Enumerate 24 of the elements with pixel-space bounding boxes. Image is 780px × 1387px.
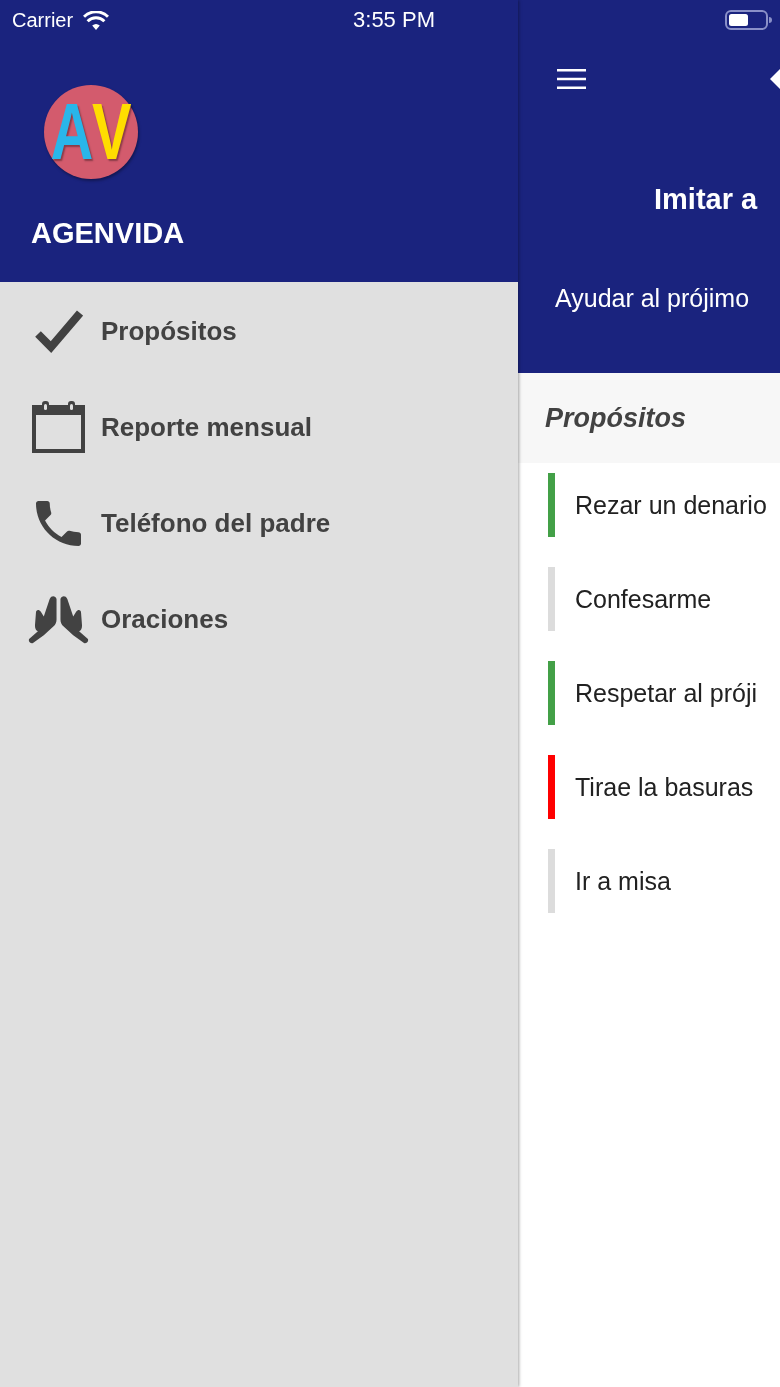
purpose-item[interactable]: Tirae la basuras (548, 755, 780, 819)
menu-icon[interactable] (557, 69, 586, 89)
app-name: AGENVIDA (31, 216, 185, 250)
calendar-icon (32, 401, 85, 453)
battery-icon (725, 10, 772, 30)
arrow-icon[interactable] (770, 68, 780, 90)
menu-item[interactable]: Propósitos (28, 301, 237, 361)
check-icon (34, 309, 83, 353)
menu-item[interactable]: Teléfono del padre (28, 493, 331, 553)
purpose-item[interactable]: Respetar al próji (548, 661, 780, 725)
menu-item[interactable]: Reporte mensual (28, 397, 312, 457)
menu-item[interactable]: Oraciones (28, 589, 229, 649)
carrier-name: Carrier (12, 8, 74, 32)
page-subtitle: Ayudar al prójimo (555, 283, 750, 313)
praying-hands-icon (28, 593, 89, 645)
wifi-icon (83, 10, 110, 30)
purpose-item[interactable]: Rezar un denario (548, 473, 780, 537)
page-title: Imitar a (654, 182, 758, 217)
section-title: Propósitos (545, 402, 686, 434)
purpose-item[interactable]: Confesarme (548, 567, 780, 631)
purpose-item[interactable]: Ir a misa (548, 849, 780, 913)
phone-icon (36, 500, 81, 546)
status-time: 3:55 PM (352, 7, 435, 33)
logo-letter: V (92, 100, 132, 164)
